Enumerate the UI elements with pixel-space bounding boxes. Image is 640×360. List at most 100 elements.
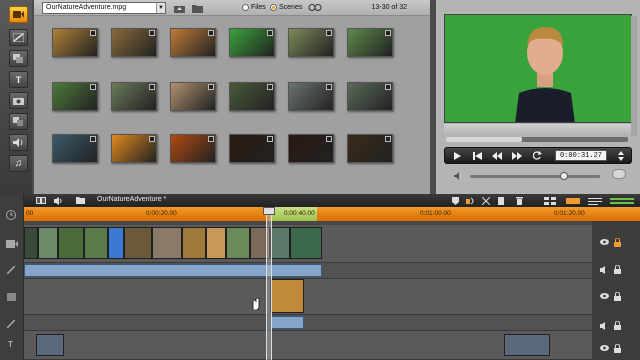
scene-thumb[interactable] [111, 82, 157, 111]
scene-thumb[interactable] [347, 28, 393, 57]
folder-up-icon[interactable] [174, 4, 185, 13]
music-tab-icon[interactable]: ♫ [9, 155, 28, 172]
fast-forward-icon[interactable] [509, 150, 525, 161]
overlay-clip[interactable] [270, 279, 304, 313]
transitions-tab-icon[interactable] [9, 29, 28, 46]
scene-thumb[interactable] [52, 134, 98, 163]
lock-icon[interactable] [614, 264, 622, 274]
photo-tab-icon[interactable] [9, 92, 28, 109]
scene-thumb[interactable] [288, 134, 334, 163]
video-clip[interactable] [84, 227, 108, 259]
volume-slider[interactable] [470, 172, 600, 180]
titles-layers-tab-icon[interactable] [9, 50, 28, 67]
scenes-view-radio[interactable]: Scenes [270, 4, 302, 11]
video-clip[interactable] [124, 227, 152, 259]
scene-used-checkmark-icon [385, 136, 391, 142]
title-clip[interactable] [504, 334, 550, 356]
eye-icon[interactable] [600, 345, 609, 353]
play-icon[interactable] [449, 150, 465, 161]
text-tab-icon[interactable]: T [9, 71, 28, 88]
delete-trash-icon[interactable] [516, 197, 523, 207]
video-tab-icon[interactable] [9, 6, 28, 23]
file-select-dropdown[interactable]: OurNatureAdventure.mpg ▼ [42, 2, 166, 14]
scene-thumb[interactable] [229, 82, 275, 111]
scene-thumb[interactable] [229, 28, 275, 57]
scene-used-checkmark-icon [90, 84, 96, 90]
folder-icon[interactable] [192, 4, 203, 13]
scene-thumb[interactable] [229, 134, 275, 163]
lock-icon[interactable] [614, 291, 622, 301]
speaker-icon[interactable] [600, 266, 608, 274]
preview-side-rail [631, 16, 637, 136]
scene-thumb[interactable] [347, 134, 393, 163]
video-clip[interactable] [290, 227, 322, 259]
scene-thumb[interactable] [52, 28, 98, 57]
transition-clip[interactable] [108, 227, 124, 259]
text-view-icon[interactable] [588, 197, 602, 207]
scene-thumb[interactable] [170, 82, 216, 111]
scene-used-checkmark-icon [267, 84, 273, 90]
playhead-handle[interactable] [263, 207, 275, 215]
eye-icon[interactable] [600, 239, 609, 247]
fullscreen-toggle-icon[interactable] [612, 169, 626, 179]
scene-used-checkmark-icon [267, 136, 273, 142]
skip-back-icon[interactable] [469, 150, 485, 161]
lock-icon[interactable] [614, 237, 622, 247]
audio-clip[interactable] [24, 264, 322, 277]
scene-used-checkmark-icon [385, 84, 391, 90]
timeline-ruler[interactable]: 00 0:00:20.00 0:00:40.00 0:01:00.00 0:01… [24, 207, 640, 221]
scene-thumb[interactable] [111, 134, 157, 163]
timecode-display[interactable]: 0:00:31.27 [555, 150, 607, 161]
video-clip[interactable] [206, 227, 226, 259]
video-clip[interactable] [38, 227, 58, 259]
video-clip[interactable] [270, 227, 290, 259]
video-track [24, 225, 592, 263]
video-track-icon [6, 240, 18, 250]
video-clip[interactable] [226, 227, 250, 259]
video-clip[interactable] [182, 227, 206, 259]
file-select-value: OurNatureAdventure.mpg [46, 4, 127, 11]
scene-thumb[interactable] [52, 82, 98, 111]
marker-icon[interactable] [452, 197, 459, 207]
scene-thumb[interactable] [111, 28, 157, 57]
scene-thumb[interactable] [288, 82, 334, 111]
folder-icon[interactable] [76, 197, 85, 206]
video-clip[interactable] [58, 227, 84, 259]
ruler-label: 0:01:20.00 [554, 210, 585, 217]
title-track-icon: T [8, 340, 13, 349]
video-clip[interactable] [24, 227, 38, 259]
speaker-icon[interactable] [54, 197, 63, 207]
eye-icon[interactable] [600, 293, 609, 301]
timecode-stepper-icon[interactable] [613, 150, 629, 161]
rewind-icon[interactable] [489, 150, 505, 161]
scene-thumb[interactable] [170, 134, 216, 163]
video-clip[interactable] [152, 227, 182, 259]
scene-thumb[interactable] [170, 28, 216, 57]
storyboard-view-icon[interactable] [566, 197, 580, 207]
title-clip[interactable] [36, 334, 64, 356]
effects-tab-icon[interactable] [9, 113, 28, 130]
loop-icon[interactable] [529, 150, 545, 161]
lock-icon[interactable] [614, 343, 622, 353]
scene-used-checkmark-icon [90, 30, 96, 36]
speaker-icon[interactable] [600, 322, 608, 330]
sound-tab-icon[interactable] [9, 134, 28, 151]
scene-library-panel: OurNatureAdventure.mpg ▼ Files Scenes 13… [34, 0, 469, 194]
grid-view-icon[interactable] [544, 197, 556, 207]
files-view-radio[interactable]: Files [242, 4, 266, 11]
preview-scrubber[interactable] [446, 137, 628, 142]
audio-clip[interactable] [270, 316, 304, 329]
transport-controls: 0:00:31.27 [444, 147, 632, 164]
storyboard-icon[interactable] [36, 197, 46, 206]
lock-icon[interactable] [614, 320, 622, 330]
audio-voiceover-icon[interactable] [466, 197, 476, 207]
find-scene-icon[interactable] [308, 3, 322, 14]
timeline-playhead[interactable] [263, 207, 275, 360]
snap-icon[interactable] [498, 197, 504, 207]
volume-slider-knob[interactable] [559, 172, 568, 180]
scene-thumb[interactable] [347, 82, 393, 111]
scene-thumb[interactable] [288, 28, 334, 57]
razor-icon[interactable] [481, 196, 491, 207]
title-track [24, 331, 592, 360]
audio-pen-icon [6, 265, 16, 276]
